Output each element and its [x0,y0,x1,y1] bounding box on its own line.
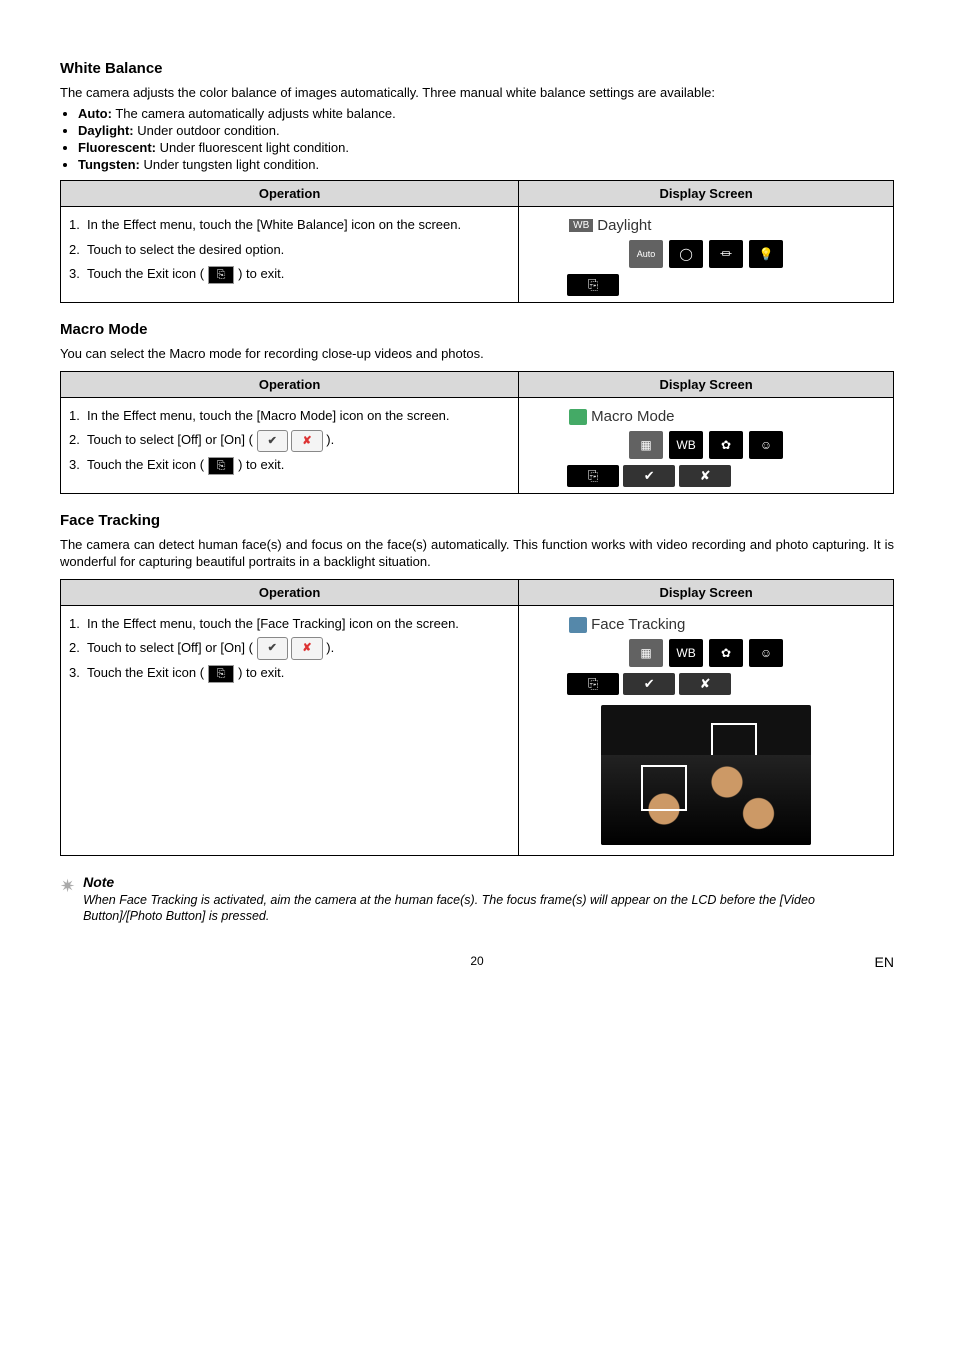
flower-icon [569,409,587,425]
white-balance-bullets: Auto: The camera automatically adjusts w… [60,106,894,172]
check-icon: ✔ [257,637,288,660]
macro-mode-intro: You can select the Macro mode for record… [60,346,894,363]
operation-cell: 1.In the Effect menu, touch the [White B… [61,206,519,302]
list-item: Auto: The camera automatically adjusts w… [78,106,894,121]
display-cell: Macro Mode ▦ WB ✿ ☺ ⎘ ✔ ✘ [519,397,894,493]
display-header: Display Screen [519,579,894,605]
bullet-strong: Daylight: [78,123,134,138]
step-text: In the Effect menu, touch the [Macro Mod… [87,408,450,423]
display-cell: Face Tracking ▦ WB ✿ ☺ ⎘ ✔ ✘ [519,605,894,855]
operation-cell: 1.In the Effect menu, touch the [Macro M… [61,397,519,493]
face-tracking-heading: Face Tracking [60,512,894,529]
exit-icon: ⎘ [208,266,235,284]
display-cell: WB Daylight Auto ◯ ⏛ 💡 ⎘ [519,206,894,302]
page-footer: 20 EN [60,954,894,968]
screen-title: Face Tracking [591,616,685,633]
x-icon: ✘ [291,637,322,660]
cancel-button-icon: ✘ [679,673,731,695]
sun-icon: ◯ [669,240,703,268]
operation-header: Operation [61,579,519,605]
face-tracking-intro: The camera can detect human face(s) and … [60,537,894,571]
cancel-button-icon: ✘ [679,465,731,487]
page-number: 20 [470,954,483,968]
note-body: When Face Tracking is activated, aim the… [83,892,894,925]
screen-title: Macro Mode [591,408,674,425]
bullet-text: Under fluorescent light condition. [156,140,349,155]
note-icon: ✷ [60,876,75,925]
macro-mode-heading: Macro Mode [60,321,894,338]
face-icon: ☺ [749,639,783,667]
screen-title: Daylight [597,217,651,234]
white-balance-table: Operation Display Screen 1.In the Effect… [60,180,894,303]
auto-icon: Auto [629,240,663,268]
face-icon: ☺ [749,431,783,459]
tungsten-icon: 💡 [749,240,783,268]
face-tracking-table: Operation Display Screen 1.In the Effect… [60,579,894,856]
bullet-strong: Auto: [78,106,112,121]
list-item: Tungsten: Under tungsten light condition… [78,157,894,172]
confirm-button-icon: ✔ [623,465,675,487]
macro-icon: ✿ [709,639,743,667]
bullet-strong: Fluorescent: [78,140,156,155]
macro-mode-table: Operation Display Screen 1.In the Effect… [60,371,894,494]
white-balance-intro: The camera adjusts the color balance of … [60,85,894,102]
operation-cell: 1.In the Effect menu, touch the [Face Tr… [61,605,519,855]
exit-icon: ⎘ [208,457,235,475]
operation-header: Operation [61,371,519,397]
note-block: ✷ Note When Face Tracking is activated, … [60,874,894,925]
note-title: Note [83,874,894,890]
check-icon: ✔ [257,430,288,453]
list-item: Daylight: Under outdoor condition. [78,123,894,138]
x-icon: ✘ [291,430,322,453]
step-text: In the Effect menu, touch the [Face Trac… [87,616,459,631]
step-text: Touch to select the desired option. [87,242,284,257]
confirm-button-icon: ✔ [623,673,675,695]
white-balance-heading: White Balance [60,60,894,77]
fluorescent-icon: ⏛ [709,240,743,268]
scene-icon: ▦ [629,639,663,667]
wb-badge-icon: WB [569,219,593,232]
macro-icon: ✿ [709,431,743,459]
language-label: EN [875,954,894,970]
exit-button-icon: ⎘ [567,673,619,695]
exit-icon: ⎘ [208,665,235,683]
step-text: In the Effect menu, touch the [White Bal… [87,217,461,232]
scene-icon: ▦ [629,431,663,459]
face-badge-icon [569,617,587,633]
face-tracking-preview-image [601,705,811,845]
exit-button-icon: ⎘ [567,274,619,296]
operation-header: Operation [61,180,519,206]
exit-button-icon: ⎘ [567,465,619,487]
wb-icon: WB [669,639,703,667]
display-header: Display Screen [519,371,894,397]
display-header: Display Screen [519,180,894,206]
wb-icon: WB [669,431,703,459]
list-item: Fluorescent: Under fluorescent light con… [78,140,894,155]
bullet-strong: Tungsten: [78,157,140,172]
bullet-text: The camera automatically adjusts white b… [112,106,396,121]
bullet-text: Under tungsten light condition. [140,157,319,172]
bullet-text: Under outdoor condition. [134,123,280,138]
